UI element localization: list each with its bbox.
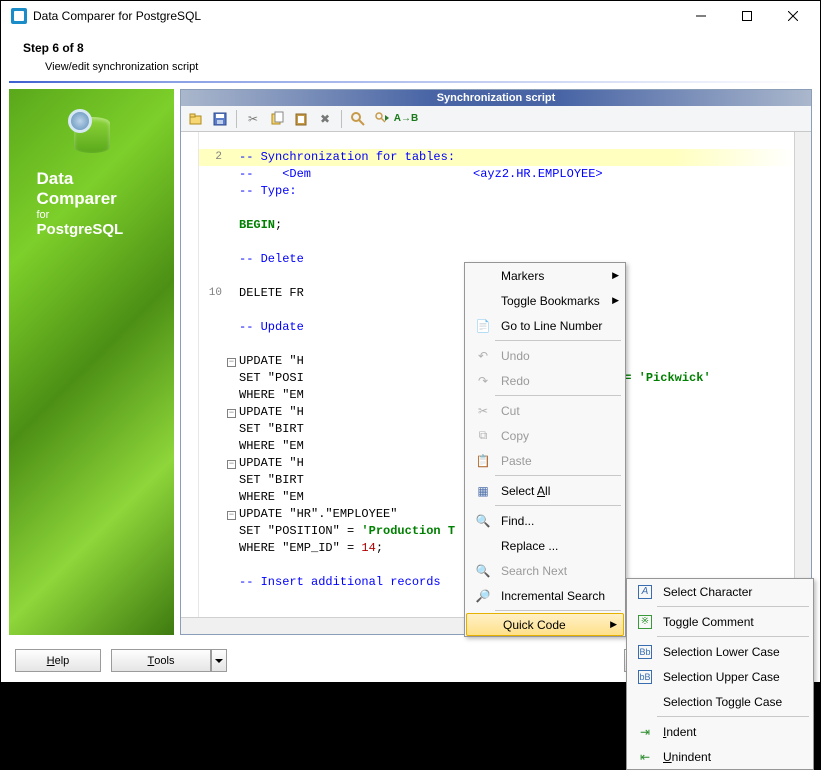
search-next-icon: 🔍 [475,563,491,579]
cut-icon[interactable]: ✂ [242,108,264,130]
editor-pane: Synchronization script ✂ ✖ A→B [180,89,812,635]
menu-quick-code[interactable]: Quick Code▶ [466,613,624,636]
replace-icon[interactable]: A→B [395,108,417,130]
step-subtitle: View/edit synchronization script [23,55,798,73]
menu-cut: ✂Cut [465,398,625,423]
menu-goto-line[interactable]: 📄Go to Line Number [465,313,625,338]
editor-toolbar: ✂ ✖ A→B [181,106,811,132]
submenu-indent[interactable]: ⇥Indent [627,719,813,744]
copy-icon: ⧉ [475,428,491,444]
fold-toggle[interactable] [227,409,236,418]
redo-icon: ↷ [475,373,491,389]
menu-separator [495,505,621,506]
menu-separator [495,395,621,396]
indent-icon: ⇥ [637,724,653,740]
app-window: Data Comparer for PostgreSQL Step 6 of 8… [1,1,820,682]
menu-separator [495,340,621,341]
menu-undo: ↶Undo [465,343,625,368]
tools-dropdown-button[interactable] [211,649,227,672]
open-icon[interactable] [185,108,207,130]
submenu-toggle-comment[interactable]: ※Toggle Comment [627,609,813,634]
toolbar-separator [341,110,342,128]
product-logo [64,109,120,157]
menu-paste: 📋Paste [465,448,625,473]
goto-line-icon: 📄 [475,318,491,334]
step-header: Step 6 of 8 View/edit synchronization sc… [1,31,820,77]
step-title: Step 6 of 8 [23,41,798,55]
maximize-button[interactable] [724,1,770,31]
menu-separator [495,610,621,611]
fold-toggle[interactable] [227,358,236,367]
copy-icon[interactable] [266,108,288,130]
quick-code-submenu: ASelect Character ※Toggle Comment BbSele… [626,578,814,770]
menu-separator [657,716,809,717]
select-char-icon: A [638,585,652,599]
menu-separator [657,636,809,637]
fold-toggle[interactable] [227,511,236,520]
find-icon: 🔍 [475,513,491,529]
cut-icon: ✂ [475,403,491,419]
context-menu: Markers▶ Toggle Bookmarks▶ 📄Go to Line N… [464,262,626,637]
product-name: Data Comparer for PostgreSQL [37,169,147,238]
paste-icon: 📋 [475,453,491,469]
window-title: Data Comparer for PostgreSQL [33,9,678,23]
submenu-unindent[interactable]: ⇤Unindent [627,744,813,769]
menu-separator [495,475,621,476]
menu-find[interactable]: 🔍Find... [465,508,625,533]
submenu-toggle-case[interactable]: Selection Toggle Case [627,689,813,714]
unindent-icon: ⇤ [637,749,653,765]
sidebar: Data Comparer for PostgreSQL [9,89,174,635]
menu-replace[interactable]: Replace ... [465,533,625,558]
incremental-search-icon: 🔎 [475,588,491,604]
submenu-lower-case[interactable]: BbSelection Lower Case [627,639,813,664]
menu-search-next: 🔍Search Next [465,558,625,583]
menu-toggle-bookmarks[interactable]: Toggle Bookmarks▶ [465,288,625,313]
app-icon [11,8,27,24]
toggle-comment-icon: ※ [638,615,652,629]
find-icon[interactable] [347,108,369,130]
gutter [181,132,199,617]
lower-case-icon: Bb [638,645,652,659]
tools-button[interactable]: Tools [111,649,211,672]
close-window-button[interactable] [770,1,816,31]
help-button[interactable]: Help [15,649,101,672]
save-icon[interactable] [209,108,231,130]
upper-case-icon: bB [638,670,652,684]
undo-icon: ↶ [475,348,491,364]
menu-redo: ↷Redo [465,368,625,393]
pane-title: Synchronization script [181,90,811,106]
menu-select-all[interactable]: ▦Select All [465,478,625,503]
fold-toggle[interactable] [227,460,236,469]
titlebar: Data Comparer for PostgreSQL [1,1,820,31]
menu-copy: ⧉Copy [465,423,625,448]
menu-incremental-search[interactable]: 🔎Incremental Search [465,583,625,608]
menu-markers[interactable]: Markers▶ [465,263,625,288]
select-all-icon: ▦ [475,483,491,499]
body-area: Data Comparer for PostgreSQL Synchroniza… [9,89,812,635]
submenu-upper-case[interactable]: bBSelection Upper Case [627,664,813,689]
step-divider [9,81,812,83]
find-next-icon[interactable] [371,108,393,130]
toolbar-separator [236,110,237,128]
minimize-button[interactable] [678,1,724,31]
vertical-scrollbar[interactable] [794,132,811,617]
delete-icon[interactable]: ✖ [314,108,336,130]
submenu-select-character[interactable]: ASelect Character [627,579,813,604]
menu-separator [657,606,809,607]
paste-icon[interactable] [290,108,312,130]
